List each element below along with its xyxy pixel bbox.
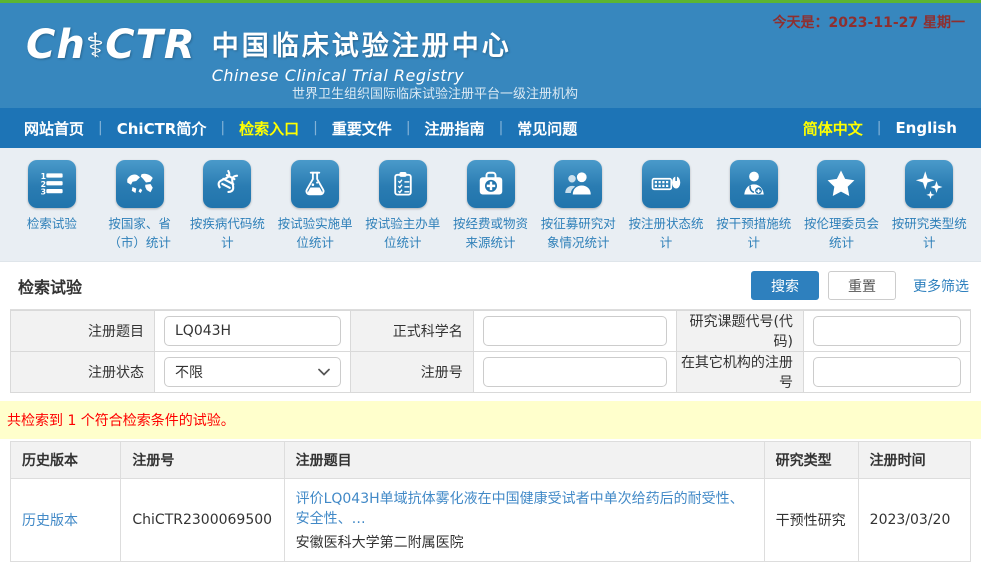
logo-text-right: CTR <box>105 22 195 68</box>
table-row: 历史版本 ChiCTR2300069500 评价LQ043H单域抗体雾化液在中国… <box>11 479 971 562</box>
clipboard-checklist-icon <box>379 160 427 208</box>
quick-item-by-disease-code[interactable]: 按疾病代码统计 <box>183 160 271 261</box>
col-header-registration-title: 注册题目 <box>284 442 764 479</box>
chictr-logo: Ch⚕CTR <box>26 23 196 67</box>
history-version-link[interactable]: 历史版本 <box>22 513 78 529</box>
nav-item-about[interactable]: ChiCTR简介 <box>117 118 207 139</box>
quick-item-search-trials[interactable]: 123 检索试验 <box>8 160 96 261</box>
dna-icon <box>203 160 251 208</box>
medical-bag-icon <box>467 160 515 208</box>
main-nav: 网站首页 | ChiCTR简介 | 检索入口 | 重要文件 | 注册指南 | 常见问题 简… <box>0 108 981 148</box>
search-section-title: 检索试验 <box>18 274 82 298</box>
who-tagline: 世界卫生组织国际临床试验注册平台一级注册机构 <box>292 83 578 102</box>
col-header-history-version: 历史版本 <box>11 442 121 479</box>
nav-separator: | <box>313 120 318 136</box>
search-form-table: 注册题目 正式科学名 研究课题代号(代码) 注册状态 不限 注册号 在其它机构的… <box>10 310 971 393</box>
field-label-project-code: 研究课题代号(代码) <box>677 311 804 352</box>
registration-number-input[interactable] <box>483 357 668 387</box>
lang-simplified-chinese[interactable]: 简体中文 <box>803 118 863 139</box>
nav-separator: | <box>499 120 504 136</box>
quick-item-by-study-type[interactable]: 按研究类型统计 <box>885 160 973 261</box>
field-label-other-registry-number: 在其它机构的注册号 <box>677 352 804 393</box>
site-titles: 中国临床试验注册中心 Chinese Clinical Trial Regist… <box>212 23 512 85</box>
institution-name: 安徽医科大学第二附属医院 <box>296 532 753 552</box>
keyboard-mouse-icon <box>642 160 690 208</box>
nav-item-faq[interactable]: 常见问题 <box>517 118 577 139</box>
registration-status-value: 不限 <box>175 362 203 382</box>
nav-separator: | <box>406 120 411 136</box>
nav-item-home[interactable]: 网站首页 <box>24 118 84 139</box>
site-title-chinese: 中国临床试验注册中心 <box>212 24 512 63</box>
nav-item-documents[interactable]: 重要文件 <box>332 118 392 139</box>
scientific-name-input[interactable] <box>483 316 668 346</box>
svg-text:3: 3 <box>41 188 46 197</box>
registration-number-cell: ChiCTR2300069500 <box>121 479 284 562</box>
trial-title-link[interactable]: 评价LQ043H单域抗体雾化液在中国健康受试者中单次给药后的耐受性、安全性、… <box>296 491 744 527</box>
quick-item-by-funding-source[interactable]: 按经费或物资来源统计 <box>447 160 535 261</box>
nav-item-search-portal[interactable]: 检索入口 <box>239 118 299 139</box>
quick-stats-strip: 123 检索试验 按国家、省（市）统计 按疾病代码统计 按试验实施单位统计 按试… <box>0 148 981 262</box>
registration-status-select[interactable]: 不限 <box>164 357 341 387</box>
field-label-registration-status: 注册状态 <box>11 352 155 393</box>
results-header-row: 历史版本 注册号 注册题目 研究类型 注册时间 <box>11 442 971 479</box>
quick-item-by-intervention[interactable]: 按干预措施统计 <box>710 160 798 261</box>
field-label-registration-title: 注册题目 <box>11 311 155 352</box>
star-icon <box>817 160 865 208</box>
caduceus-icon: ⚕ <box>86 26 105 66</box>
reset-button[interactable]: 重置 <box>828 271 896 300</box>
search-panel: 检索试验 搜索 重置 更多筛选 注册题目 正式科学名 研究课题代号(代码) 注册… <box>0 262 981 393</box>
people-group-icon <box>554 160 602 208</box>
nav-item-guide[interactable]: 注册指南 <box>425 118 485 139</box>
field-label-scientific-name: 正式科学名 <box>350 311 473 352</box>
quick-item-by-country[interactable]: 按国家、省（市）统计 <box>96 160 184 261</box>
site-header: 今天是：2023-11-27 星期一 Ch⚕CTR 中国临床试验注册中心 Chi… <box>0 3 981 108</box>
numbered-list-icon: 123 <box>28 160 76 208</box>
search-button[interactable]: 搜索 <box>751 271 819 300</box>
nav-separator: | <box>877 120 882 136</box>
flask-icon <box>291 160 339 208</box>
quick-item-by-recruitment-status[interactable]: 按征募研究对象情况统计 <box>534 160 622 261</box>
study-type-cell: 干预性研究 <box>764 479 858 562</box>
project-code-input[interactable] <box>813 316 961 346</box>
current-date: 今天是：2023-11-27 星期一 <box>773 12 965 32</box>
chevron-down-icon <box>318 368 330 376</box>
lang-english[interactable]: English <box>895 119 957 137</box>
nav-separator: | <box>220 120 225 136</box>
language-switcher: 简体中文 | English <box>803 118 957 139</box>
col-header-registration-date: 注册时间 <box>858 442 970 479</box>
doctor-icon <box>730 160 778 208</box>
quick-item-by-sponsor-unit[interactable]: 按试验主办单位统计 <box>359 160 447 261</box>
result-count-message: 共检索到 1 个符合检索条件的试验。 <box>0 401 981 439</box>
col-header-registration-number: 注册号 <box>121 442 284 479</box>
registration-date-cell: 2023/03/20 <box>858 479 970 562</box>
sparkles-icon <box>905 160 953 208</box>
world-map-icon <box>116 160 164 208</box>
nav-separator: | <box>98 120 103 136</box>
logo-text-left: Ch <box>26 22 86 68</box>
quick-item-by-implementing-unit[interactable]: 按试验实施单位统计 <box>271 160 359 261</box>
quick-item-by-ethics-committee[interactable]: 按伦理委员会统计 <box>798 160 886 261</box>
other-registry-number-input[interactable] <box>813 357 961 387</box>
more-filters-link[interactable]: 更多筛选 <box>913 276 969 296</box>
registration-title-input[interactable] <box>164 316 341 346</box>
results-table: 历史版本 注册号 注册题目 研究类型 注册时间 历史版本 ChiCTR23000… <box>10 441 971 562</box>
col-header-study-type: 研究类型 <box>764 442 858 479</box>
results-section: 历史版本 注册号 注册题目 研究类型 注册时间 历史版本 ChiCTR23000… <box>0 439 981 562</box>
quick-item-by-registration-status[interactable]: 按注册状态统计 <box>622 160 710 261</box>
field-label-registration-number: 注册号 <box>350 352 473 393</box>
